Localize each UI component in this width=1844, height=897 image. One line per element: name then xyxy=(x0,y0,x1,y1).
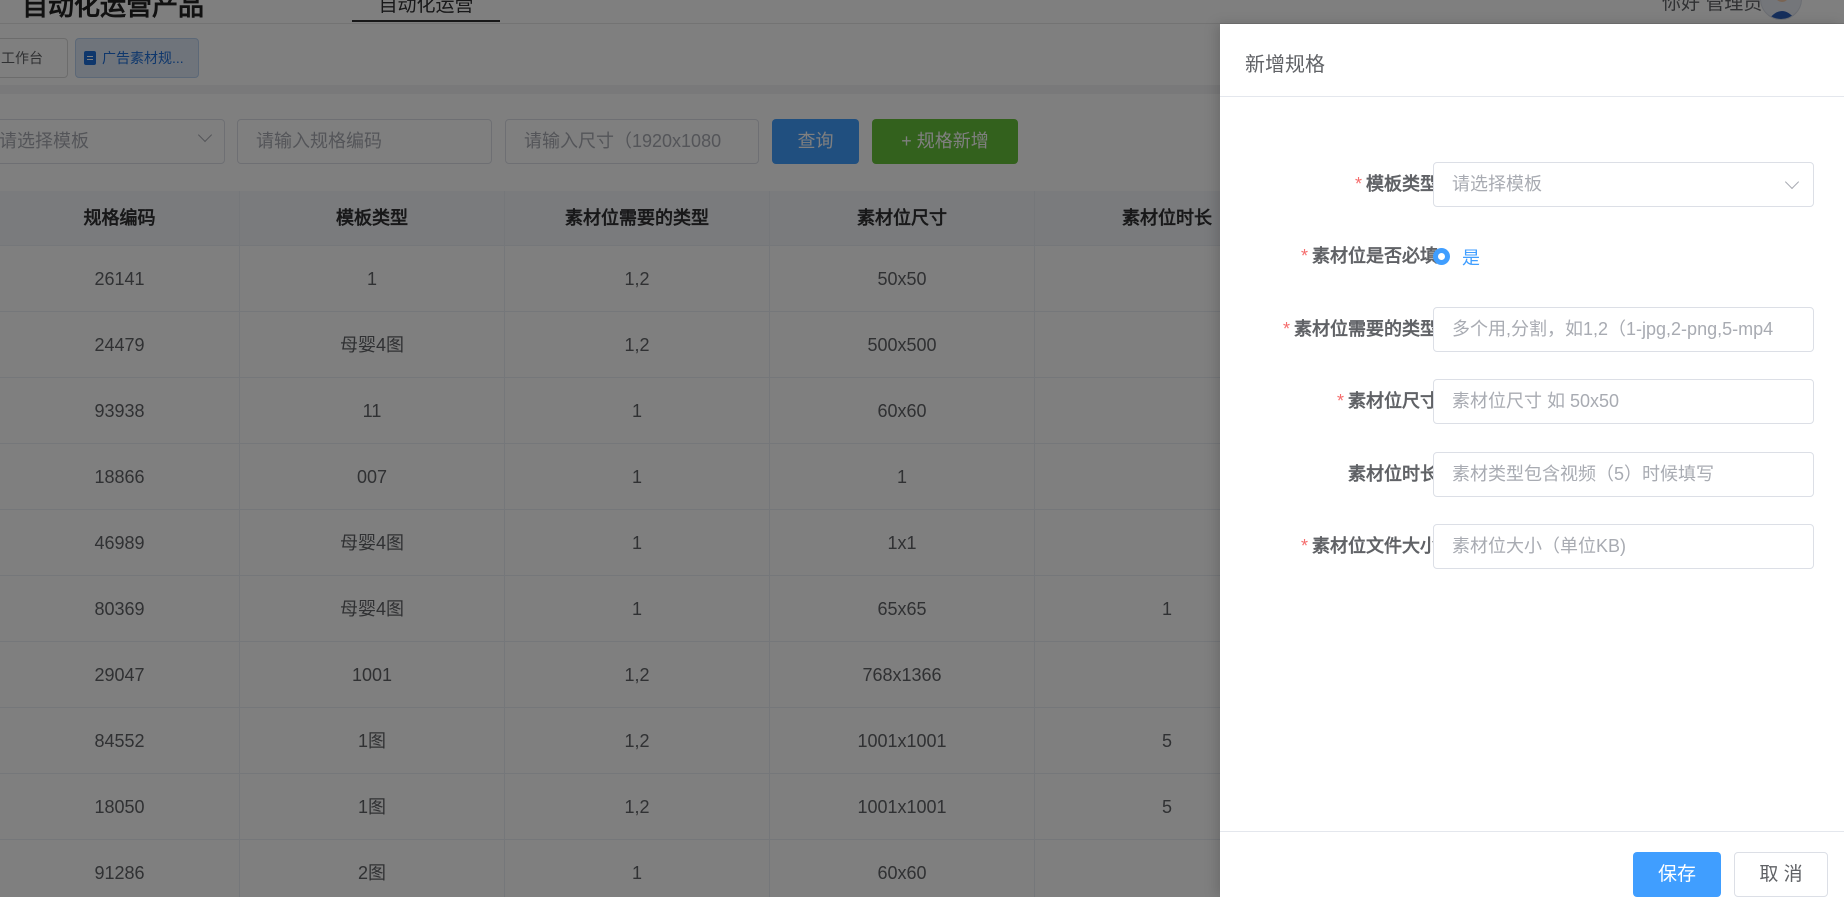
file-size-input[interactable]: 素材位大小（单位KB) xyxy=(1433,524,1814,569)
required-radio-yes[interactable]: 是 xyxy=(1433,234,1480,279)
material-size-input[interactable]: 素材位尺寸 如 50x50 xyxy=(1433,379,1814,424)
form-row-material-size: * 素材位尺寸 素材位尺寸 如 50x50 xyxy=(1220,379,1844,424)
form-label: 素材位时长 xyxy=(1348,464,1438,484)
form-label: * 素材位是否必填 xyxy=(1300,246,1438,266)
cancel-button[interactable]: 取 消 xyxy=(1734,852,1828,897)
form-label: * 素材位文件大小 xyxy=(1300,536,1438,556)
template-type-placeholder: 请选择模板 xyxy=(1452,174,1542,194)
drawer-footer: 保存 取 消 xyxy=(1220,831,1844,897)
form-label: * 模板类型 xyxy=(1354,174,1438,194)
form-row-material-type: * 素材位需要的类型 多个用,分割，如1,2（1-jpg,2-png,5-mp4 xyxy=(1220,307,1844,352)
form-label: * 素材位尺寸 xyxy=(1336,391,1438,411)
radio-checked-icon xyxy=(1433,248,1450,265)
drawer-title: 新增规格 xyxy=(1245,54,1325,76)
radio-label: 是 xyxy=(1462,247,1480,268)
drawer-header: 新增规格 xyxy=(1220,24,1844,97)
template-type-select[interactable]: 请选择模板 xyxy=(1433,162,1814,207)
form-label: * 素材位需要的类型 xyxy=(1282,319,1438,339)
form-row-template-type: * 模板类型 请选择模板 xyxy=(1220,162,1844,207)
form-row-file-size: * 素材位文件大小 素材位大小（单位KB) xyxy=(1220,524,1844,569)
chevron-down-icon xyxy=(1784,174,1800,190)
material-duration-input[interactable]: 素材类型包含视频（5）时候填写 xyxy=(1433,452,1814,497)
material-type-input[interactable]: 多个用,分割，如1,2（1-jpg,2-png,5-mp4 xyxy=(1433,307,1814,352)
add-spec-drawer: 新增规格 * 模板类型 请选择模板 * 素材位是否必填 是 * 素材位需要的类型 多个… xyxy=(1220,24,1844,897)
form-row-required: * 素材位是否必填 是 xyxy=(1220,234,1844,279)
form-row-material-duration: 素材位时长 素材类型包含视频（5）时候填写 xyxy=(1220,452,1844,497)
save-button[interactable]: 保存 xyxy=(1633,852,1721,897)
